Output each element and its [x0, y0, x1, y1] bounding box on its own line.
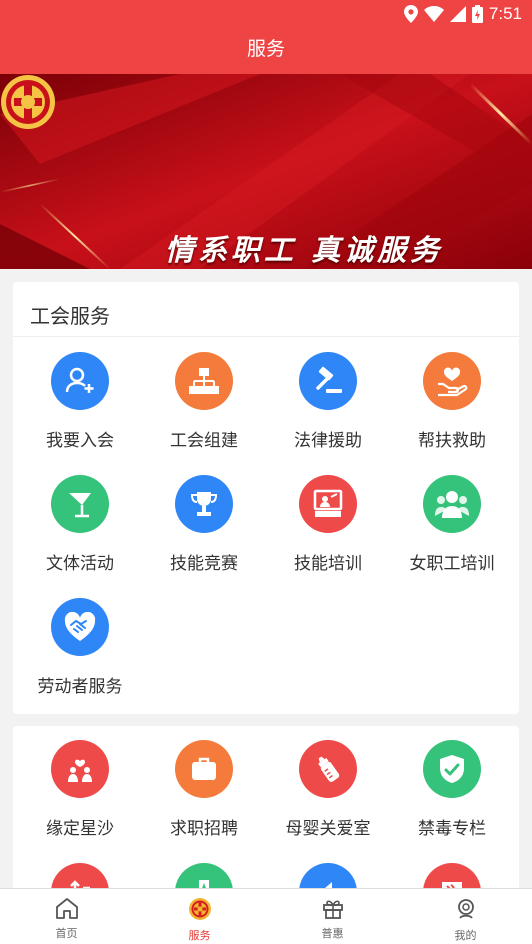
service-label: 我要入会	[46, 431, 114, 451]
service-label: 劳动者服务	[37, 677, 123, 697]
service-label: 工会组建	[170, 431, 238, 451]
shield-icon	[423, 740, 481, 798]
union-services-card: 工会服务 我要入会 工会组建 法律援助 帮扶救助 文体活动 技能竞赛 技能培训 …	[13, 282, 519, 714]
service-label: 女职工培训	[409, 554, 495, 574]
service-skill-contest[interactable]: 技能竞赛	[142, 475, 266, 574]
service-legal-aid[interactable]: 法律援助	[266, 352, 390, 451]
briefcase-icon	[175, 740, 233, 798]
divider	[13, 336, 519, 337]
home-icon	[55, 898, 78, 919]
tab-services[interactable]: 服务	[133, 889, 266, 944]
tab-label: 服务	[188, 929, 211, 942]
heart-hand-icon	[423, 352, 481, 410]
service-label: 技能竞赛	[170, 554, 238, 574]
signal-icon	[449, 6, 466, 22]
union-emblem-icon	[1, 75, 55, 129]
tab-profile[interactable]: 我的	[399, 889, 532, 944]
women-group-icon	[423, 475, 481, 533]
service-label: 法律援助	[294, 431, 362, 451]
clock: 7:51	[488, 4, 522, 23]
service-label: 缘定星沙	[46, 819, 114, 839]
banner[interactable]: 情系职工 真诚服务	[0, 74, 532, 269]
service-job-recruitment[interactable]: 求职招聘	[142, 740, 266, 839]
service-union-setup[interactable]: 工会组建	[142, 352, 266, 451]
couple-balloon-icon	[51, 740, 109, 798]
service-label: 求职招聘	[170, 819, 238, 839]
profile-icon	[457, 899, 474, 919]
bottom-tab-bar: 首页 服务 普惠 我的	[0, 888, 532, 944]
tab-label: 普惠	[321, 927, 344, 940]
service-assistance[interactable]: 帮扶救助	[390, 352, 514, 451]
service-label: 禁毒专栏	[418, 819, 486, 839]
tab-home[interactable]: 首页	[0, 889, 133, 944]
trophy-icon	[175, 475, 233, 533]
battery-icon	[471, 5, 483, 23]
person-add-icon	[51, 352, 109, 410]
handshake-heart-icon	[51, 598, 109, 656]
service-worker-service[interactable]: 劳动者服务	[18, 598, 142, 697]
service-join-union[interactable]: 我要入会	[18, 352, 142, 451]
app-bar: 服务	[0, 28, 532, 74]
service-matchmaking[interactable]: 缘定星沙	[18, 740, 142, 839]
location-icon	[403, 5, 418, 23]
tab-label: 我的	[454, 929, 477, 942]
service-label: 帮扶救助	[418, 431, 486, 451]
service-recreation[interactable]: 文体活动	[18, 475, 142, 574]
baby-bottle-icon	[299, 740, 357, 798]
service-label: 文体活动	[46, 554, 114, 574]
gavel-icon	[299, 352, 357, 410]
tab-label: 首页	[55, 927, 78, 940]
training-board-icon	[299, 475, 357, 533]
service-skill-training[interactable]: 技能培训	[266, 475, 390, 574]
more-services-card: 缘定星沙 求职招聘 母婴关爱室 禁毒专栏	[13, 726, 519, 921]
union-emblem-icon	[188, 898, 211, 920]
page-title: 服务	[246, 38, 285, 60]
gift-icon	[322, 900, 343, 919]
tab-benefits[interactable]: 普惠	[266, 889, 399, 944]
banner-slogan: 情系职工 真诚服务	[165, 233, 444, 267]
flag-icon	[51, 475, 109, 533]
org-chart-icon	[175, 352, 233, 410]
wifi-icon	[423, 6, 444, 22]
service-women-training[interactable]: 女职工培训	[390, 475, 514, 574]
section-title: 工会服务	[30, 304, 110, 328]
service-label: 技能培训	[294, 554, 362, 574]
service-anti-drug[interactable]: 禁毒专栏	[390, 740, 514, 839]
service-mother-baby-room[interactable]: 母婴关爱室	[266, 740, 390, 839]
service-label: 母婴关爱室	[285, 819, 371, 839]
status-bar: 7:51	[0, 0, 532, 28]
